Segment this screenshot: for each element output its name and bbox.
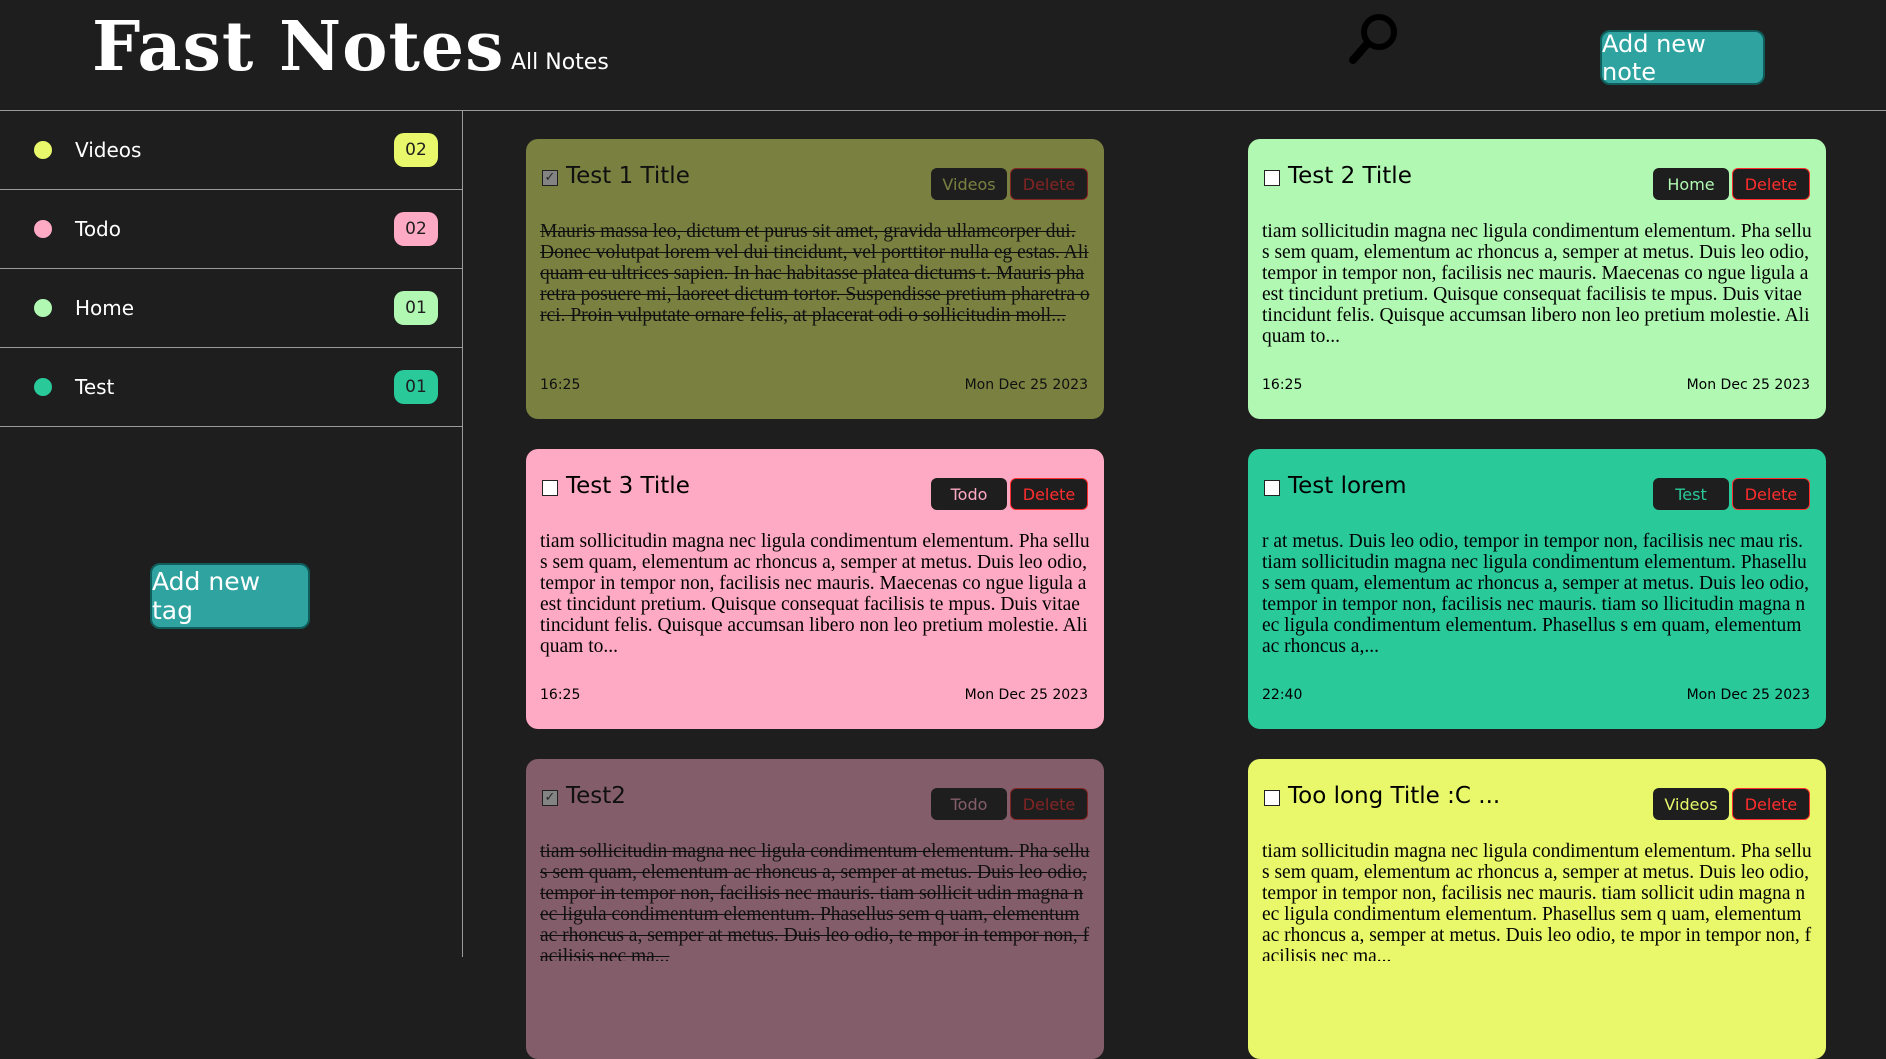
nav-all-notes[interactable]: All Notes [511,50,609,75]
note-checkbox[interactable] [542,480,558,496]
note-date: Mon Dec 25 2023 [1686,687,1810,703]
note-body: tiam sollicitudin magna nec ligula condi… [540,841,1090,961]
note-card[interactable]: Too long Title :C ... Videos Delete tiam so… [1248,759,1826,1059]
add-note-button[interactable]: Add new note [1600,30,1765,86]
note-tag-chip[interactable]: Todo [931,478,1007,510]
tag-color-dot [34,141,52,159]
tag-label: Test [75,375,115,399]
sidebar-tag-videos[interactable]: Videos 02 [0,111,462,190]
note-card[interactable]: Test 2 Title Home Delete tiam sollicitudin … [1248,139,1826,419]
note-body: r at metus. Duis leo odio, tempor in tem… [1262,531,1809,657]
top-bar: Fast Notes All Notes Add new note [0,0,1886,111]
note-tag-chip[interactable]: Home [1653,168,1729,200]
tag-label: Videos [75,138,142,162]
tag-sidebar: Videos 02 Todo 02 Home 01 Test 01 Add new tag [0,111,463,957]
tag-color-dot [34,220,52,238]
note-delete-button[interactable]: Delete [1732,788,1810,820]
note-title: Test lorem [1288,473,1407,499]
note-card[interactable]: ✓ Test2 Todo Delete tiam sollicitudin magna … [526,759,1104,1059]
note-title: Test 1 Title [566,163,690,189]
note-date: Mon Dec 25 2023 [1686,377,1810,393]
note-time: 22:40 [1262,687,1303,703]
note-date: Mon Dec 25 2023 [964,687,1088,703]
note-checkbox[interactable]: ✓ [542,790,558,806]
note-body: tiam sollicitudin magna nec ligula condi… [540,531,1090,657]
note-delete-button[interactable]: Delete [1010,788,1088,820]
tag-count-badge: 02 [394,133,438,167]
note-date: Mon Dec 25 2023 [964,377,1088,393]
note-tag-chip[interactable]: Videos [931,168,1007,200]
note-title: Test 2 Title [1288,163,1412,189]
app-logo[interactable]: Fast Notes [92,2,504,92]
tag-color-dot [34,299,52,317]
note-time: 16:25 [540,377,581,393]
note-body: tiam sollicitudin magna nec ligula condi… [1262,221,1812,347]
note-tag-chip[interactable]: Test [1653,478,1729,510]
sidebar-tag-test[interactable]: Test 01 [0,348,462,427]
note-title: Too long Title :C ... [1288,783,1501,809]
note-title: Test2 [566,783,626,809]
tag-count-badge: 01 [394,370,438,404]
tag-count-badge: 01 [394,291,438,325]
add-tag-button[interactable]: Add new tag [150,563,310,629]
note-time: 16:25 [1262,377,1303,393]
note-checkbox[interactable] [1264,170,1280,186]
note-checkbox[interactable] [1264,480,1280,496]
sidebar-tag-todo[interactable]: Todo 02 [0,190,462,269]
tag-color-dot [34,378,52,396]
note-tag-chip[interactable]: Todo [931,788,1007,820]
tag-label: Todo [75,217,121,241]
note-card[interactable]: Test 3 Title Todo Delete tiam sollicitudin … [526,449,1104,729]
note-checkbox[interactable]: ✓ [542,170,558,186]
note-delete-button[interactable]: Delete [1732,478,1810,510]
note-delete-button[interactable]: Delete [1010,168,1088,200]
search-icon[interactable] [1343,8,1403,68]
note-title: Test 3 Title [566,473,690,499]
tag-list: Videos 02 Todo 02 Home 01 Test 01 [0,111,462,427]
note-checkbox[interactable] [1264,790,1280,806]
note-delete-button[interactable]: Delete [1010,478,1088,510]
note-body: Mauris massa leo, dictum et purus sit am… [540,221,1090,326]
note-time: 16:25 [540,687,581,703]
note-card[interactable]: Test lorem Test Delete r at metus. Duis leo… [1248,449,1826,729]
sidebar-tag-home[interactable]: Home 01 [0,269,462,348]
note-tag-chip[interactable]: Videos [1653,788,1729,820]
note-body: tiam sollicitudin magna nec ligula condi… [1262,841,1812,961]
tag-label: Home [75,296,135,320]
note-delete-button[interactable]: Delete [1732,168,1810,200]
note-card[interactable]: ✓ Test 1 Title Videos Delete Mauris massa le… [526,139,1104,419]
tag-count-badge: 02 [394,212,438,246]
